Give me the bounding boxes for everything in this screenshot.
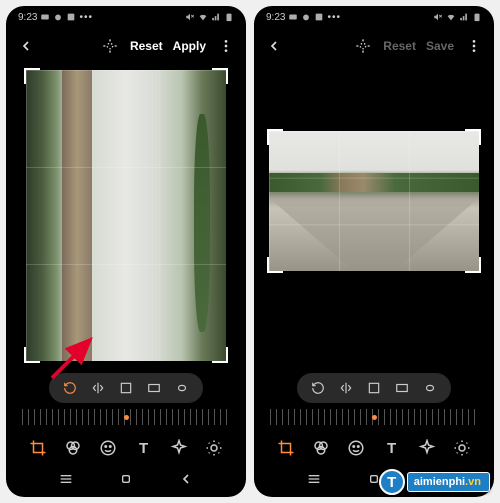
rotate-icon[interactable] [311, 381, 325, 395]
text-tool-icon[interactable]: T [135, 439, 153, 457]
aspect-ratio-icon[interactable] [395, 381, 409, 395]
phone-right: 9:23 ••• Reset Save [254, 6, 494, 497]
editor-canvas[interactable] [254, 64, 494, 367]
more-menu-icon[interactable] [216, 36, 236, 56]
perspective-icon[interactable] [175, 381, 189, 395]
mute-icon [185, 12, 195, 22]
status-app-icon [314, 12, 324, 22]
back-button[interactable] [264, 36, 284, 56]
crop-handle-bl[interactable] [24, 347, 40, 363]
filters-tool-icon[interactable] [64, 439, 82, 457]
crop-handle-tr[interactable] [465, 129, 481, 145]
editor-top-bar: Reset Apply [6, 28, 246, 64]
watermark: T aimienphi.vn [379, 469, 490, 495]
magic-auto-icon[interactable] [100, 36, 120, 56]
crop-handle-br[interactable] [212, 347, 228, 363]
crop-handle-tr[interactable] [212, 68, 228, 84]
rotation-ruler[interactable] [270, 409, 478, 425]
crop-frame[interactable] [269, 131, 479, 271]
more-menu-icon[interactable] [464, 36, 484, 56]
nav-home-icon[interactable] [118, 471, 134, 492]
crop-handle-bl[interactable] [267, 257, 283, 273]
crop-handle-tl[interactable] [267, 129, 283, 145]
perspective-icon[interactable] [423, 381, 437, 395]
status-msg-icon [288, 12, 298, 22]
wifi-icon [198, 12, 208, 22]
rotate-icon[interactable] [63, 381, 77, 395]
transform-tool-pill [297, 373, 451, 403]
brightness-tool-icon[interactable] [205, 439, 223, 457]
sticker-tool-icon[interactable] [347, 439, 365, 457]
status-msg-icon [40, 12, 50, 22]
signal-icon [211, 12, 221, 22]
nav-back-icon[interactable] [178, 471, 194, 492]
battery-icon [224, 12, 234, 22]
status-bar: 9:23 ••• [254, 6, 494, 28]
text-tool-icon[interactable]: T [383, 439, 401, 457]
battery-icon [472, 12, 482, 22]
filters-tool-icon[interactable] [312, 439, 330, 457]
draw-tool-icon[interactable] [170, 439, 188, 457]
editor-top-bar: Reset Save [254, 28, 494, 64]
brightness-tool-icon[interactable] [453, 439, 471, 457]
android-nav-bar [6, 465, 246, 497]
crop-tool-icon[interactable] [29, 439, 47, 457]
reset-button[interactable]: Reset [130, 39, 163, 53]
status-app-icon [66, 12, 76, 22]
transform-tool-pill [49, 373, 203, 403]
sticker-tool-icon[interactable] [99, 439, 117, 457]
ruler-indicator [124, 415, 129, 420]
draw-tool-icon[interactable] [418, 439, 436, 457]
aspect-free-icon[interactable] [367, 381, 381, 395]
photo-preview [269, 131, 479, 271]
flip-horizontal-icon[interactable] [339, 381, 353, 395]
status-more-icon: ••• [327, 12, 341, 23]
editor-bottom-toolbar: T [254, 431, 494, 465]
editor-canvas[interactable] [6, 64, 246, 367]
watermark-text: aimienphi.vn [407, 472, 490, 492]
mute-icon [433, 12, 443, 22]
signal-icon [459, 12, 469, 22]
reset-button[interactable]: Reset [383, 39, 416, 53]
ruler-indicator [372, 415, 377, 420]
nav-recent-icon[interactable] [58, 471, 74, 492]
magic-auto-icon[interactable] [353, 36, 373, 56]
status-alarm-icon [53, 12, 63, 22]
rotation-ruler[interactable] [22, 409, 230, 425]
back-button[interactable] [16, 36, 36, 56]
crop-handle-tl[interactable] [24, 68, 40, 84]
status-more-icon: ••• [79, 12, 93, 23]
status-alarm-icon [301, 12, 311, 22]
status-bar: 9:23 ••• [6, 6, 246, 28]
photo-preview [26, 70, 226, 361]
aspect-ratio-icon[interactable] [147, 381, 161, 395]
flip-horizontal-icon[interactable] [91, 381, 105, 395]
status-time: 9:23 [18, 12, 37, 23]
crop-frame[interactable] [26, 70, 226, 361]
watermark-logo: T [379, 469, 405, 495]
nav-recent-icon[interactable] [306, 471, 322, 492]
crop-handle-br[interactable] [465, 257, 481, 273]
status-time: 9:23 [266, 12, 285, 23]
phone-left: 9:23 ••• Reset Apply [6, 6, 246, 497]
aspect-free-icon[interactable] [119, 381, 133, 395]
apply-button[interactable]: Apply [173, 39, 206, 53]
save-button[interactable]: Save [426, 39, 454, 53]
crop-tool-icon[interactable] [277, 439, 295, 457]
wifi-icon [446, 12, 456, 22]
editor-bottom-toolbar: T [6, 431, 246, 465]
